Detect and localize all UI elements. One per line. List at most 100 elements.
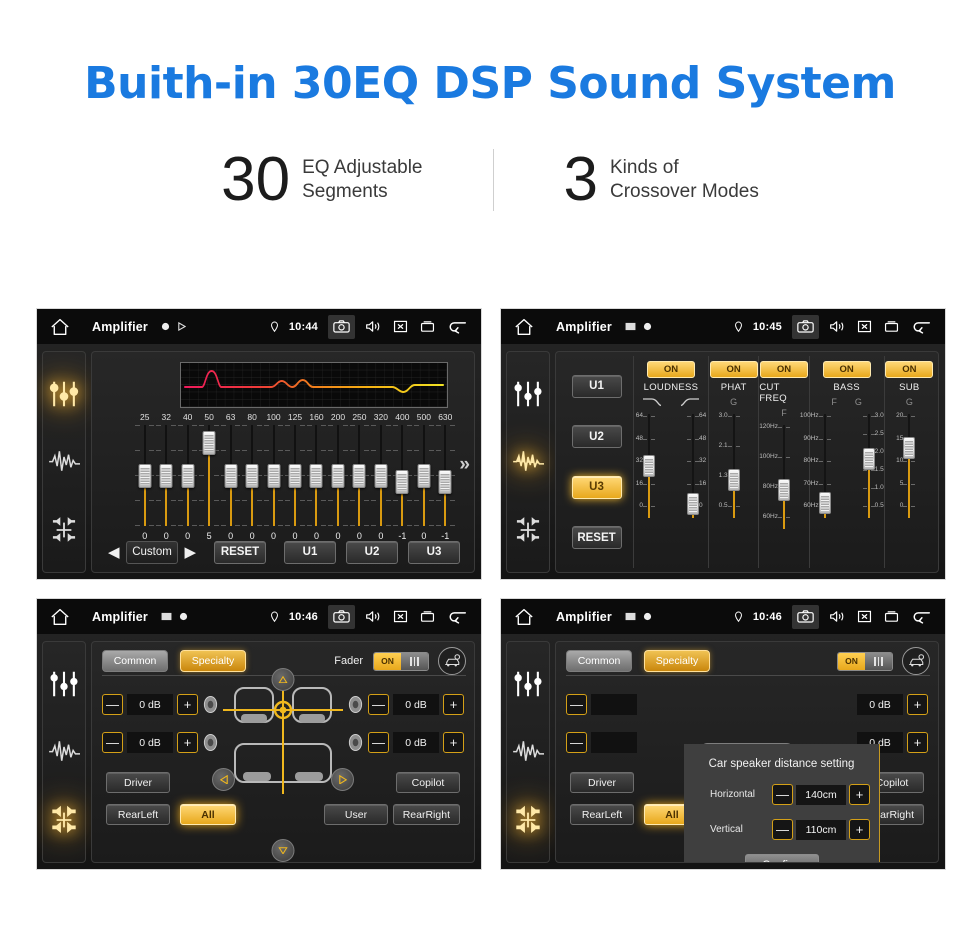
- sidebar-item-equalizer[interactable]: [48, 669, 80, 699]
- decrement-button[interactable]: —: [566, 694, 587, 715]
- eq-slider[interactable]: 0: [284, 425, 305, 541]
- sidebar-item-balance[interactable]: [48, 515, 80, 545]
- decrement-button[interactable]: —: [566, 732, 587, 753]
- eq-slider-thumb[interactable]: [438, 469, 452, 494]
- home-icon[interactable]: [514, 318, 534, 336]
- eq-slider-thumb[interactable]: [417, 463, 431, 488]
- crossover-slider[interactable]: 3.0 2.5 2.0 1.5 1.0 0.5: [854, 410, 884, 522]
- eq-slider-thumb[interactable]: [352, 463, 366, 488]
- home-icon[interactable]: [50, 608, 70, 626]
- eq-slider[interactable]: 0: [413, 425, 434, 541]
- nav-up-button[interactable]: [271, 668, 295, 691]
- eq-slider-thumb[interactable]: [202, 431, 216, 456]
- slider-thumb[interactable]: [727, 468, 740, 491]
- eq-slider[interactable]: 0: [155, 425, 176, 541]
- toggle-on-button[interactable]: ON: [885, 361, 934, 378]
- volume-icon[interactable]: [365, 609, 382, 624]
- crossover-slider[interactable]: 64 48 32 16 0: [634, 410, 664, 522]
- seat-map[interactable]: [219, 682, 347, 814]
- eq-slider[interactable]: 0: [241, 425, 262, 541]
- sidebar-item-balance[interactable]: [512, 515, 544, 545]
- eq-next-page-icon[interactable]: »: [459, 454, 470, 476]
- close-box-icon[interactable]: [856, 319, 873, 334]
- seat-button-copilot[interactable]: Copilot: [396, 772, 460, 793]
- eq-slider-thumb[interactable]: [138, 463, 152, 488]
- eq-slider-thumb[interactable]: [374, 463, 388, 488]
- preset-next-button[interactable]: ▶: [184, 543, 196, 561]
- slider-thumb[interactable]: [777, 479, 790, 502]
- crossover-user-u3-button[interactable]: U3: [571, 475, 622, 499]
- volume-icon[interactable]: [365, 319, 382, 334]
- increment-button[interactable]: +: [443, 732, 464, 753]
- back-icon[interactable]: [446, 609, 468, 624]
- close-box-icon[interactable]: [392, 319, 409, 334]
- decrement-button[interactable]: —: [368, 694, 389, 715]
- seat-button-all[interactable]: All: [180, 804, 236, 825]
- sidebar-item-equalizer[interactable]: [512, 379, 544, 409]
- tab-common[interactable]: Common: [566, 650, 632, 672]
- slider-thumb[interactable]: [903, 436, 916, 459]
- eq-slider-thumb[interactable]: [395, 469, 409, 494]
- eq-slider[interactable]: 0: [177, 425, 198, 541]
- seat-button-user[interactable]: User: [324, 804, 388, 825]
- confirm-button[interactable]: Confirm: [744, 854, 819, 862]
- eq-slider-thumb[interactable]: [288, 463, 302, 488]
- sidebar-item-waveform[interactable]: [512, 447, 544, 477]
- car-distance-settings-button[interactable]: [902, 647, 930, 675]
- close-box-icon[interactable]: [856, 609, 873, 624]
- screenshot-button[interactable]: [328, 604, 355, 629]
- eq-slider[interactable]: 0: [220, 425, 241, 541]
- toggle-on-button[interactable]: ON: [709, 361, 758, 378]
- slider-thumb[interactable]: [687, 492, 699, 515]
- decrement-button[interactable]: —: [102, 732, 123, 753]
- increment-button[interactable]: +: [849, 819, 870, 840]
- slider-thumb[interactable]: [862, 448, 875, 471]
- increment-button[interactable]: +: [177, 732, 198, 753]
- nav-left-button[interactable]: [212, 768, 235, 791]
- eq-slider-thumb[interactable]: [159, 463, 173, 488]
- crossover-user-u1-button[interactable]: U1: [571, 374, 622, 398]
- reset-button[interactable]: RESET: [214, 540, 266, 564]
- crossover-slider[interactable]: 20 15 10 5 0: [894, 410, 924, 522]
- eq-slider-thumb[interactable]: [245, 463, 259, 488]
- nav-right-button[interactable]: [331, 768, 354, 791]
- increment-button[interactable]: +: [177, 694, 198, 715]
- sidebar-item-waveform[interactable]: [48, 447, 80, 477]
- seat-button-driver[interactable]: Driver: [570, 772, 634, 793]
- crossover-slider[interactable]: 120Hz 100Hz 80Hz 60Hz: [759, 421, 799, 533]
- back-icon[interactable]: [910, 609, 932, 624]
- eq-slider[interactable]: -1: [435, 425, 456, 541]
- eq-slider-thumb[interactable]: [309, 463, 323, 488]
- car-distance-settings-button[interactable]: [438, 647, 466, 675]
- eq-slider[interactable]: 0: [134, 425, 155, 541]
- screenshot-button[interactable]: [792, 314, 819, 339]
- volume-icon[interactable]: [829, 609, 846, 624]
- increment-button[interactable]: +: [443, 694, 464, 715]
- increment-button[interactable]: +: [907, 732, 928, 753]
- seat-button-rearleft[interactable]: RearLeft: [570, 804, 634, 825]
- increment-button[interactable]: +: [849, 784, 870, 805]
- recents-icon[interactable]: [883, 319, 900, 334]
- eq-slider[interactable]: 0: [349, 425, 370, 541]
- crossover-slider[interactable]: 3.0 2.1 1.3 0.5: [719, 410, 749, 522]
- increment-button[interactable]: +: [907, 694, 928, 715]
- slider-thumb[interactable]: [643, 455, 655, 477]
- tab-common[interactable]: Common: [102, 650, 168, 672]
- toggle-on-button[interactable]: ON: [647, 361, 695, 378]
- preset-name[interactable]: Custom: [125, 540, 179, 564]
- sidebar-item-equalizer[interactable]: [512, 669, 544, 699]
- crossover-reset-button[interactable]: RESET: [571, 526, 622, 550]
- eq-slider[interactable]: 0: [306, 425, 327, 541]
- crossover-slider[interactable]: 64 48 32 16 0: [678, 410, 708, 522]
- sidebar-item-balance[interactable]: [48, 805, 80, 835]
- eq-slider-thumb[interactable]: [224, 463, 238, 488]
- home-icon[interactable]: [514, 608, 534, 626]
- seat-button-rearright[interactable]: RearRight: [392, 804, 460, 825]
- home-icon[interactable]: [50, 318, 70, 336]
- nav-down-button[interactable]: [271, 839, 295, 862]
- close-box-icon[interactable]: [392, 609, 409, 624]
- crossover-user-u2-button[interactable]: U2: [571, 425, 622, 449]
- tab-specialty[interactable]: Specialty: [180, 650, 246, 672]
- fader-toggle[interactable]: ON: [373, 651, 429, 671]
- eq-slider[interactable]: 0: [327, 425, 348, 541]
